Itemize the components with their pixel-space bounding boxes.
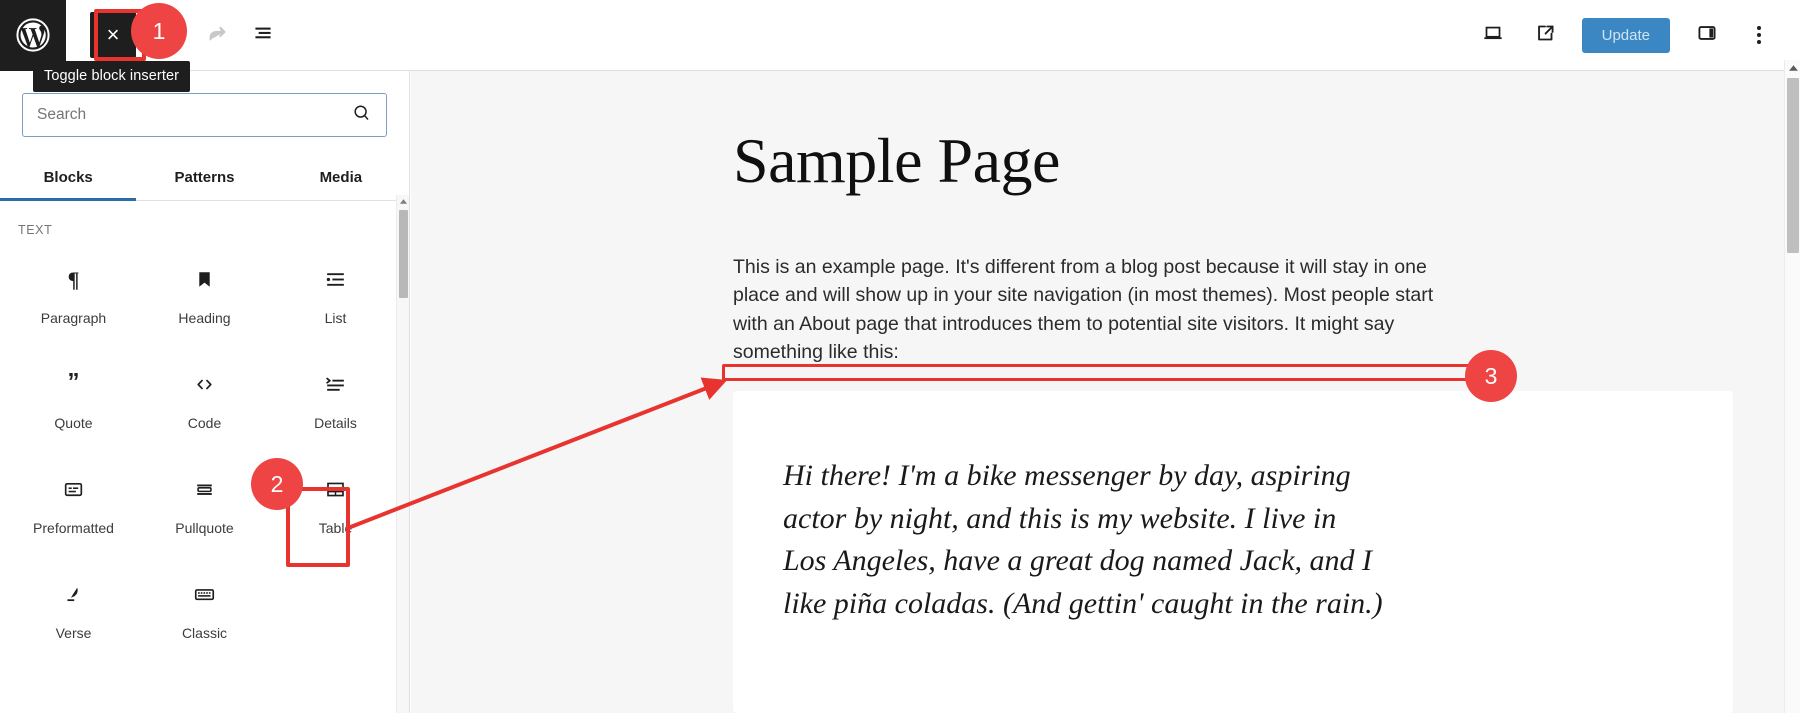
heading-icon <box>192 266 217 294</box>
block-label: Heading <box>178 309 231 326</box>
scroll-up-icon[interactable] <box>397 195 409 208</box>
verse-icon <box>61 581 86 609</box>
block-label: Quote <box>54 414 93 431</box>
block-item-details[interactable]: Details <box>270 348 401 453</box>
settings-sidebar-button[interactable] <box>1684 12 1730 58</box>
annotation-badge-3: 3 <box>1465 350 1517 402</box>
classic-icon <box>192 581 217 609</box>
svg-text:¶: ¶ <box>68 268 80 292</box>
paragraph-icon: ¶ <box>61 266 86 294</box>
tab-blocks[interactable]: Blocks <box>0 157 137 201</box>
options-menu-button[interactable] <box>1736 12 1782 58</box>
document-overview-button[interactable] <box>240 12 286 58</box>
laptop-icon <box>1480 20 1506 51</box>
quote-block-text[interactable]: Hi there! I'm a bike messenger by day, a… <box>783 455 1383 625</box>
block-search-field[interactable]: Search <box>22 93 387 137</box>
tab-patterns[interactable]: Patterns <box>136 157 272 200</box>
block-label: Verse <box>55 624 92 641</box>
block-item-heading[interactable]: Heading <box>139 243 270 348</box>
sidebar-scrollbar-thumb[interactable] <box>399 210 408 298</box>
block-item-paragraph[interactable]: ¶ Paragraph <box>8 243 139 348</box>
block-inserter-sidebar: Search Blocks Patterns Media TEXT ¶ Para… <box>0 71 410 713</box>
list-icon <box>323 266 348 294</box>
block-category-text: TEXT <box>18 223 53 237</box>
details-icon <box>323 371 348 399</box>
redo-icon <box>204 20 230 51</box>
block-label: Table <box>318 519 353 536</box>
annotation-badge-2: 2 <box>251 458 303 510</box>
block-label: Details <box>314 414 357 431</box>
toggle-block-inserter-button[interactable]: × <box>90 12 136 58</box>
block-label: Pullquote <box>175 519 234 536</box>
block-item-classic[interactable]: Classic <box>139 558 270 663</box>
external-link-icon <box>1532 20 1558 51</box>
editor-top-bar: × Update <box>0 0 1800 71</box>
search-icon <box>351 102 372 128</box>
app-root: × Update Search Blocks Patterns Media TE… <box>0 0 1800 713</box>
preformatted-icon <box>61 476 86 504</box>
block-item-pullquote[interactable]: Pullquote <box>139 453 270 558</box>
svg-text:”: ” <box>68 372 80 396</box>
view-device-button[interactable] <box>1470 12 1516 58</box>
inserter-tooltip: Toggle block inserter <box>33 61 191 92</box>
kebab-menu-icon <box>1757 26 1761 44</box>
table-icon <box>323 476 348 504</box>
redo-button[interactable] <box>194 12 240 58</box>
tab-media[interactable]: Media <box>273 157 409 200</box>
topbar-right-tools: Update <box>1470 12 1800 58</box>
inserter-tabs: Blocks Patterns Media <box>0 157 409 201</box>
close-icon: × <box>106 22 120 47</box>
block-item-list[interactable]: List <box>270 243 401 348</box>
block-label: Classic <box>181 624 228 641</box>
block-label: Paragraph <box>40 309 107 326</box>
block-label: List <box>324 309 347 326</box>
page-scrollbar-thumb[interactable] <box>1787 78 1799 253</box>
document-area: Sample Page This is an example page. It'… <box>411 71 1785 713</box>
page-title[interactable]: Sample Page <box>733 129 1060 193</box>
block-item-preformatted[interactable]: Preformatted <box>8 453 139 558</box>
sidebar-scrollbar[interactable] <box>396 195 409 713</box>
block-type-grid: ¶ Paragraph Heading List ” Quote Code De… <box>0 237 409 663</box>
page-scroll-up-icon[interactable] <box>1785 60 1800 76</box>
page-scrollbar[interactable] <box>1784 60 1800 713</box>
block-item-verse[interactable]: Verse <box>8 558 139 663</box>
block-item-code[interactable]: Code <box>139 348 270 453</box>
update-button[interactable]: Update <box>1581 17 1670 53</box>
block-label: Preformatted <box>33 519 114 536</box>
block-item-quote[interactable]: ” Quote <box>8 348 139 453</box>
sidebar-panel-icon <box>1694 20 1720 51</box>
preview-new-tab-button[interactable] <box>1522 12 1568 58</box>
editor-canvas[interactable]: Sample Page This is an example page. It'… <box>411 71 1785 713</box>
search-placeholder: Search <box>37 106 87 123</box>
wordpress-logo-icon <box>16 18 50 52</box>
intro-paragraph-block[interactable]: This is an example page. It's different … <box>733 253 1453 366</box>
annotation-badge-1: 1 <box>131 3 187 59</box>
code-icon <box>192 371 217 399</box>
block-label: Code <box>187 414 222 431</box>
quote-icon: ” <box>61 371 86 399</box>
pullquote-icon <box>192 476 217 504</box>
list-view-icon <box>250 20 276 51</box>
wordpress-logo-button[interactable] <box>0 0 66 71</box>
quote-block-card[interactable]: Hi there! I'm a bike messenger by day, a… <box>733 391 1733 713</box>
